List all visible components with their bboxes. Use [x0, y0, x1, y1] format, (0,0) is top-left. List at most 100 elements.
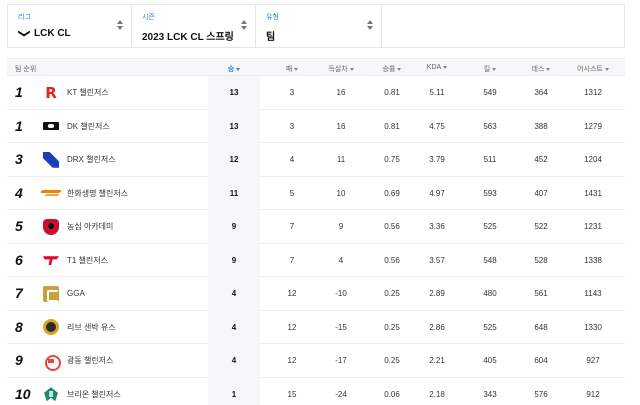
- kills-value: 525: [483, 222, 497, 231]
- sort-caret-icon: [443, 65, 448, 69]
- table-row: 1 DK 챌린저스 13 3 16 0.81 4.75 563 388 1279: [7, 109, 625, 144]
- gga-logo-icon: [43, 285, 59, 302]
- losses-value: 15: [287, 389, 297, 399]
- team-cell[interactable]: R KT 챌린저스: [43, 76, 203, 110]
- sort-caret-icon: [397, 67, 402, 71]
- winrate-value: 0.25: [384, 356, 400, 365]
- assists-value: 1431: [584, 188, 602, 198]
- assists-value: 1330: [584, 322, 602, 332]
- rank-number: 10: [15, 385, 31, 402]
- deaths-value: 388: [534, 121, 548, 131]
- kills-value: 343: [483, 389, 497, 399]
- team-cell[interactable]: GGA: [43, 277, 203, 311]
- select-arrows-icon: [241, 20, 247, 32]
- team-cell[interactable]: 브리온 챌린저스: [43, 378, 203, 405]
- column-header-diff[interactable]: 득실차: [313, 64, 369, 74]
- kdf-logo-icon: [43, 353, 61, 371]
- deaths-value: 576: [534, 389, 548, 399]
- team-name: DK 챌린저스: [67, 121, 110, 131]
- table-row: 3 DRX 챌린저스 12 4 11 0.75 3.79 511 452 120…: [7, 143, 625, 177]
- rank-number: 8: [15, 318, 23, 335]
- sort-caret-icon: [492, 67, 497, 71]
- select-arrows-icon: [117, 20, 123, 32]
- team-cell[interactable]: 광동 챌린저스: [43, 344, 203, 378]
- rank-number: 7: [15, 285, 23, 301]
- kda-value: 2.18: [429, 389, 445, 399]
- deaths-value: 364: [534, 88, 548, 97]
- deaths-value: 522: [534, 222, 548, 231]
- sort-caret-icon: [349, 67, 354, 71]
- table-row: 1 R KT 챌린저스 13 3 16 0.81 5.11 549 364 131…: [7, 76, 625, 110]
- deaths-value: 604: [534, 356, 548, 365]
- team-cell[interactable]: 한화생명 챌린저스: [43, 177, 203, 211]
- wins-value: 1: [208, 377, 260, 405]
- losses-value: 4: [289, 155, 295, 164]
- team-cell[interactable]: 리브 샌박 유스: [43, 311, 203, 345]
- winrate-value: 0.25: [384, 322, 400, 332]
- type-select[interactable]: 유형 팀: [256, 5, 382, 47]
- wins-value: 9: [208, 210, 260, 244]
- wins-value: 13: [208, 109, 260, 143]
- kills-value: 525: [483, 322, 497, 332]
- team-name: 리브 샌박 유스: [67, 322, 116, 332]
- kills-value: 548: [483, 255, 497, 265]
- column-header-kda[interactable]: KDA: [412, 64, 462, 71]
- assists-value: 1204: [584, 155, 602, 164]
- rank-number: 1: [15, 84, 23, 100]
- team-name: KT 챌린저스: [67, 88, 109, 97]
- column-header-winrate[interactable]: 승률: [367, 64, 417, 74]
- losses-value: 12: [287, 356, 297, 365]
- wins-value: 4: [208, 310, 260, 344]
- league-select[interactable]: 리그 LCK CL: [8, 5, 132, 47]
- kda-value: 2.89: [429, 289, 445, 298]
- column-label: 데스: [531, 66, 545, 73]
- diff-value: -15: [335, 322, 347, 332]
- column-header-kills[interactable]: 킬: [465, 64, 515, 74]
- team-cell[interactable]: DRX 챌린저스: [43, 143, 203, 177]
- diff-value: 16: [336, 121, 346, 131]
- diff-value: 10: [336, 188, 346, 198]
- sort-caret-icon: [236, 67, 241, 71]
- column-label: 킬: [483, 66, 491, 73]
- team-name: 한화생명 챌린저스: [67, 188, 129, 198]
- wins-value: 9: [208, 243, 260, 277]
- assists-value: 912: [586, 389, 600, 399]
- column-header-assists[interactable]: 어시스트: [565, 64, 621, 74]
- column-header-wins[interactable]: 승: [208, 64, 260, 74]
- column-label: KDA: [426, 64, 442, 71]
- column-label: 득실차: [328, 66, 348, 73]
- wins-value: 13: [208, 76, 260, 110]
- kda-value: 5.11: [429, 88, 445, 97]
- losses-value: 12: [287, 289, 297, 298]
- kda-value: 4.97: [429, 188, 445, 198]
- column-header-losses[interactable]: 패: [267, 64, 317, 74]
- winrate-value: 0.81: [384, 121, 400, 131]
- ns-logo-icon: [43, 218, 59, 235]
- kda-value: 3.36: [429, 222, 445, 231]
- rank-number: 9: [15, 352, 23, 368]
- rank-number: 5: [15, 218, 23, 234]
- team-cell[interactable]: T1 챌린저스: [43, 244, 203, 278]
- team-cell[interactable]: 농심 아카데미: [43, 210, 203, 244]
- losses-value: 5: [289, 188, 295, 198]
- deaths-value: 407: [534, 188, 548, 198]
- assists-value: 1338: [584, 255, 602, 265]
- team-cell[interactable]: DK 챌린저스: [43, 110, 203, 144]
- drx-logo-icon: [43, 151, 59, 168]
- table-row: 10 브리온 챌린저스 1 15 -24 0.06 2.18 343 576 9…: [7, 377, 625, 405]
- diff-value: 4: [338, 255, 344, 265]
- league-value-wrap: LCK CL: [18, 28, 121, 39]
- filter-bar: 리그 LCK CL 시즌 2023 LCK CL 스프링 유형 팀: [7, 4, 625, 48]
- losses-value: 3: [289, 88, 295, 97]
- column-label: 승: [227, 66, 235, 73]
- bro-logo-icon: [43, 386, 59, 402]
- column-header-deaths[interactable]: 데스: [516, 64, 566, 74]
- winrate-value: 0.06: [384, 389, 400, 399]
- wins-value: 12: [208, 143, 260, 177]
- diff-value: 9: [338, 222, 344, 231]
- rank-number: 3: [15, 151, 23, 167]
- kda-value: 2.86: [429, 322, 445, 332]
- season-select[interactable]: 시즌 2023 LCK CL 스프링: [132, 5, 256, 47]
- season-label: 시즌: [142, 14, 155, 21]
- diff-value: -24: [335, 389, 347, 399]
